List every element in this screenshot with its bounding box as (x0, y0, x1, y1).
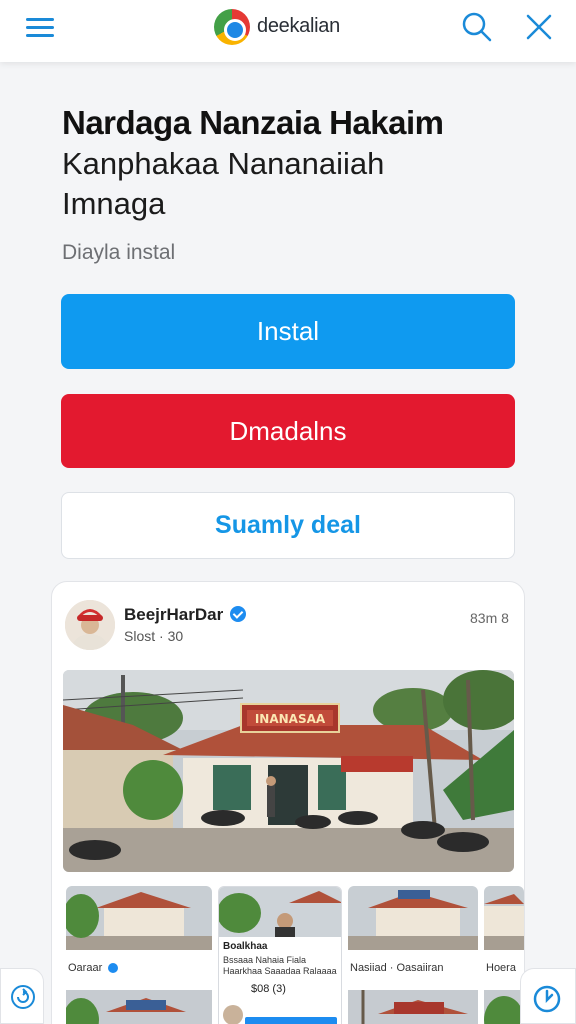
thumbnail-image (348, 886, 478, 950)
page-subtitle: Kanphakaa Nananaiiah Imnaga (62, 146, 385, 221)
post-meta: Slost · 30 (124, 628, 184, 644)
search-button[interactable] (460, 10, 494, 44)
post-photo[interactable]: INANASAA (63, 670, 514, 872)
thumbnail-image (66, 990, 212, 1024)
verified-badge-icon (230, 606, 246, 622)
thumbnail-image (66, 886, 212, 950)
thumbnail-description: Bssaaa Nahaia Fiala Haarkhaa Saaadaa Ral… (223, 955, 337, 976)
top-bar: deekalian (0, 0, 576, 62)
menu-button[interactable] (24, 14, 58, 42)
thumbnail-item[interactable]: Oaraar (66, 886, 212, 1024)
menu-line (26, 26, 54, 29)
thumbnail-label: Hoera (486, 962, 516, 974)
thumbnail-action-bar[interactable] (245, 1017, 337, 1024)
right-floating-button[interactable] (520, 968, 576, 1024)
post-time: 83m 8 (470, 610, 509, 626)
post-author[interactable]: BeejrHarDar (124, 605, 223, 625)
thumbnail-count: $08 (3) (251, 983, 286, 995)
thumbnail-image (219, 887, 341, 937)
menu-line (26, 34, 54, 37)
left-floating-button[interactable] (0, 968, 44, 1024)
close-button[interactable] (522, 10, 556, 44)
post-card: BeejrHarDar Slost · 30 83m 8 INANASAA Oa… (51, 581, 525, 1024)
avatar[interactable] (65, 600, 115, 650)
thumbnail-item[interactable]: Hoera (484, 886, 524, 1024)
close-icon (526, 14, 552, 40)
verified-badge-icon (108, 963, 118, 973)
village-shop-photo: INANASAA (63, 670, 514, 872)
thumbnail-label: Oaraar (68, 962, 103, 974)
refresh-icon (533, 985, 561, 1013)
thumbnail-label: Nasiiad · Oasaiiran (350, 962, 444, 974)
thumbnail-post-item[interactable]: Boalkhaa Bssaaa Nahaia Fiala Haarkhaa Sa… (218, 886, 342, 1024)
install-button[interactable]: Instal (61, 294, 515, 369)
search-icon (462, 12, 492, 42)
avatar-image (65, 600, 115, 650)
thumbnail-image (484, 990, 524, 1024)
avatar (223, 1005, 243, 1024)
thumbnail-title: Boalkhaa (223, 941, 268, 952)
refresh-icon (11, 985, 35, 1009)
shop-sign-text: INANASAA (255, 712, 326, 726)
app-name: deekalian (257, 15, 340, 37)
app-logo-icon (214, 9, 250, 45)
thumbnail-image (348, 990, 478, 1024)
thumbnail-image (484, 886, 524, 950)
similar-deal-button[interactable]: Suamly deal (61, 492, 515, 559)
thumbnail-item[interactable]: Nasiiad · Oasaiiran (348, 886, 478, 1024)
hamburger-menu-icon (26, 18, 54, 21)
page-title: Nardaga Nanzaia Hakaim (62, 104, 444, 141)
download-button[interactable]: Dmadalns (61, 394, 515, 468)
install-caption: Diayla instal (62, 241, 176, 264)
